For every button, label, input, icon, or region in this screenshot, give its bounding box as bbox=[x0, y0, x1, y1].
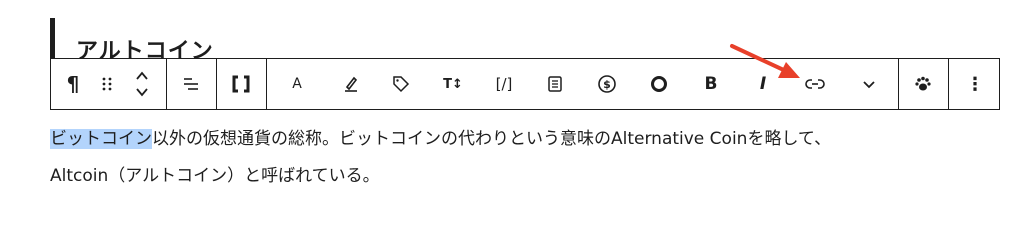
paragraph-button[interactable]: ¶ bbox=[57, 59, 89, 109]
drag-handle[interactable] bbox=[95, 59, 119, 109]
chevron-down-icon bbox=[863, 81, 875, 89]
toolbar-divider bbox=[166, 59, 167, 109]
brackets-icon bbox=[232, 75, 250, 93]
options-button[interactable]: ⋮ bbox=[955, 59, 995, 109]
bold-button[interactable]: B bbox=[693, 59, 729, 109]
document-icon bbox=[548, 76, 562, 92]
dollar-circle-icon: $ bbox=[598, 75, 616, 93]
font-size-button[interactable]: T↕ bbox=[435, 59, 471, 109]
currency-button[interactable]: $ bbox=[589, 59, 625, 109]
toolbar-divider bbox=[216, 59, 217, 109]
highlight-button[interactable] bbox=[333, 59, 369, 109]
drag-handle-icon bbox=[102, 77, 112, 91]
arrow-icon bbox=[730, 44, 800, 78]
paragraph-text-line1: 以外の仮想通貨の総称。ビットコインの代わりという意味のAlternative C… bbox=[152, 129, 832, 149]
tag-button[interactable] bbox=[383, 59, 419, 109]
more-vertical-icon: ⋮ bbox=[966, 73, 984, 95]
brackets-button[interactable] bbox=[225, 59, 257, 109]
align-button[interactable] bbox=[175, 59, 207, 109]
toolbar-divider bbox=[266, 59, 267, 109]
move-up-down-buttons[interactable] bbox=[127, 59, 157, 109]
font-size-icon: T↕ bbox=[443, 76, 463, 92]
chevron-up-down-icon bbox=[136, 71, 148, 97]
shortcode-button[interactable]: [/] bbox=[486, 59, 522, 109]
font-icon: A bbox=[292, 76, 302, 92]
document-button[interactable] bbox=[537, 59, 573, 109]
pilcrow-icon: ¶ bbox=[66, 72, 80, 96]
link-icon bbox=[805, 79, 825, 89]
circle-button[interactable] bbox=[641, 59, 677, 109]
block-indicator-bar bbox=[50, 18, 55, 62]
toolbar-divider bbox=[898, 59, 899, 109]
bracket-slash-icon: [/] bbox=[495, 75, 513, 93]
font-button[interactable]: A bbox=[279, 59, 315, 109]
highlighter-icon bbox=[345, 76, 358, 92]
paragraph-text-line2: Altcoin（アルトコイン）と呼ばれている。 bbox=[50, 166, 380, 186]
more-formats-button[interactable] bbox=[851, 59, 887, 109]
svg-text:$: $ bbox=[603, 78, 611, 91]
toolbar-divider bbox=[948, 59, 949, 109]
tag-icon bbox=[393, 76, 410, 93]
paragraph-block[interactable]: ビットコイン以外の仮想通貨の総称。ビットコインの代わりという意味のAlterna… bbox=[50, 121, 990, 195]
paw-button[interactable] bbox=[903, 59, 943, 109]
selected-text[interactable]: ビットコイン bbox=[50, 129, 152, 149]
bold-icon: B bbox=[704, 74, 718, 94]
block-toolbar: ¶ A T↕ [/] $ B I ⋮ bbox=[50, 58, 1000, 110]
circle-icon bbox=[651, 76, 667, 92]
align-right-icon bbox=[184, 78, 198, 90]
paw-icon bbox=[915, 76, 931, 91]
